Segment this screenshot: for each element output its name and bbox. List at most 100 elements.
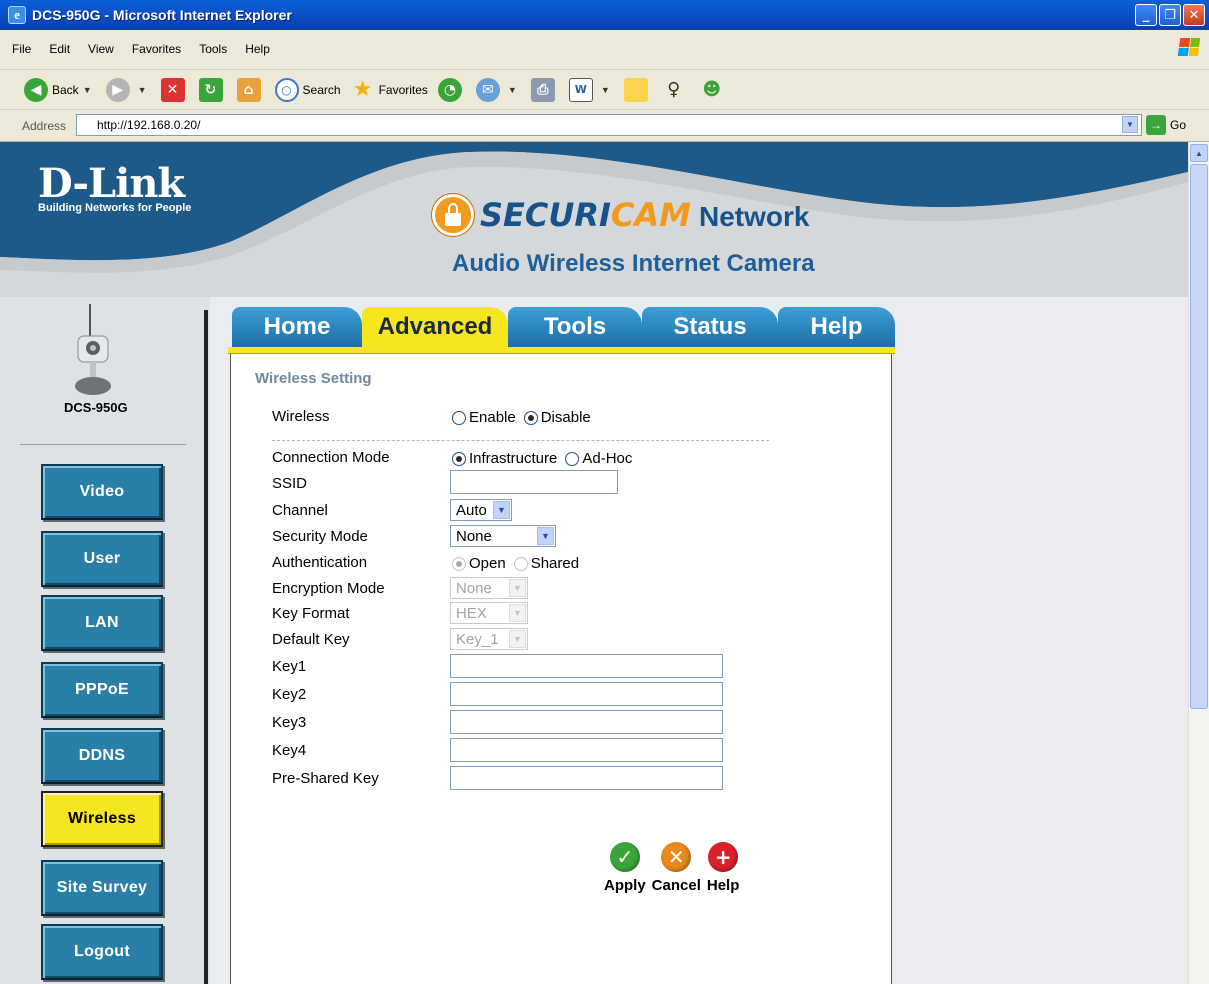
menu-view[interactable]: View [88,42,114,56]
wireless-enable-radio[interactable] [452,410,466,425]
browser-toolbar: ◀ Back ▼ ▶ ▼ ✕ ↻ ⌂ ○ Search ★ Favorites … [0,70,1209,110]
mail-button[interactable]: ✉ ▼ [475,77,521,102]
nav-user-button[interactable]: User [41,531,163,587]
home-button[interactable]: ⌂ [236,77,265,102]
camera-image [75,304,111,395]
authentication-label: Authentication [272,554,368,571]
encryption-mode-select[interactable]: None ▼ [450,577,528,599]
messenger-button[interactable]: ☻ [700,78,728,102]
auth-shared-radio[interactable] [513,556,528,571]
channel-select[interactable]: Auto ▼ [450,499,512,521]
authentication-radio-group: Open Shared [450,555,579,572]
address-bar: Address http://192.168.0.20/ ▼ → Go [0,110,1209,142]
chevron-down-icon: ▼ [537,527,554,545]
key1-input[interactable] [450,654,723,678]
nav-wireless-button[interactable]: Wireless [41,791,163,847]
vertical-scrollbar[interactable]: ▲ [1188,142,1209,984]
stop-icon: ✕ [160,77,185,102]
wireless-disable-radio[interactable] [523,410,538,425]
psk-input[interactable] [450,766,723,790]
forward-button[interactable]: ▶ ▼ [105,77,151,102]
tab-tools[interactable]: Tools [508,307,642,347]
messenger-icon: ☻ [702,79,722,100]
address-label: Address [22,119,67,133]
chevron-down-icon: ▼ [509,630,526,648]
security-mode-label: Security Mode [272,528,368,545]
chevron-down-icon[interactable]: ▼ [138,85,147,95]
key2-input[interactable] [450,682,723,706]
address-input[interactable]: http://192.168.0.20/ [76,114,1142,136]
chevron-down-icon: ▼ [509,604,526,622]
back-arrow-icon: ◀ [24,77,48,102]
psk-label: Pre-Shared Key [272,770,379,787]
scroll-thumb[interactable] [1190,164,1208,709]
minimize-button[interactable]: _ [1135,4,1157,26]
chevron-down-icon[interactable]: ▼ [508,85,517,95]
menu-favorites[interactable]: Favorites [132,42,181,56]
infrastructure-radio[interactable] [452,451,466,466]
history-button[interactable]: ◔ [437,77,466,102]
camera-model: DCS-950G [64,400,128,415]
key-format-select[interactable]: HEX ▼ [450,602,528,624]
nav-separator [20,444,186,445]
close-button[interactable]: ✕ [1183,4,1205,26]
windows-logo-icon [1177,38,1201,56]
nav-logout-button[interactable]: Logout [41,924,163,980]
cancel-button[interactable]: ✕ Cancel [652,842,701,894]
back-button[interactable]: ◀ Back ▼ [24,77,96,102]
note-icon [623,77,648,102]
dlink-tagline: Building Networks for People [38,202,192,214]
tab-status[interactable]: Status [642,307,778,347]
home-icon: ⌂ [236,77,261,102]
go-button[interactable]: → Go [1146,115,1186,135]
stop-button[interactable]: ✕ [160,77,189,102]
nav-video-button[interactable]: Video [41,464,163,520]
key-format-label: Key Format [272,605,350,622]
key4-label: Key4 [272,742,307,759]
refresh-button[interactable]: ↻ [198,77,227,102]
search-button[interactable]: ○ Search [274,77,341,102]
maximize-button[interactable]: ❐ [1159,4,1181,26]
ssid-label: SSID [272,475,308,492]
nav-pppoe-button[interactable]: PPPoE [41,662,163,718]
menu-file[interactable]: File [12,42,31,56]
section-title: Wireless Setting [255,370,372,387]
key3-input[interactable] [450,710,723,734]
forward-arrow-icon: ▶ [105,77,130,102]
wireless-label: Wireless [272,408,330,425]
favorites-button[interactable]: ★ Favorites [351,77,428,102]
nav-divider [204,310,208,984]
chevron-down-icon[interactable]: ▼ [83,85,92,95]
wireless-radio-group: Enable Disable [450,409,591,426]
word-icon: W [568,77,593,102]
scroll-up-icon[interactable]: ▲ [1190,144,1208,162]
print-button[interactable]: ⎙ [530,77,559,102]
window-titlebar: e DCS-950G - Microsoft Internet Explorer… [0,0,1209,30]
nav-site-survey-button[interactable]: Site Survey [41,860,163,916]
default-key-select[interactable]: Key_1 ▼ [450,628,528,650]
connection-mode-radio-group: Infrastructure Ad-Hoc [450,450,632,467]
tab-home[interactable]: Home [232,307,362,347]
star-icon: ★ [352,77,373,102]
menu-edit[interactable]: Edit [49,42,70,56]
help-button[interactable]: + Help [707,842,739,894]
discuss-button[interactable] [623,77,652,102]
address-dropdown-icon[interactable]: ▼ [1122,116,1138,133]
chevron-down-icon[interactable]: ▼ [601,85,610,95]
adhoc-radio[interactable] [565,451,580,466]
key4-input[interactable] [450,738,723,762]
tab-help[interactable]: Help [778,307,895,347]
auth-open-radio[interactable] [452,556,466,571]
menu-tools[interactable]: Tools [199,42,227,56]
security-mode-select[interactable]: None ▼ [450,525,556,547]
nav-lan-button[interactable]: LAN [41,595,163,651]
ssid-input[interactable] [450,470,618,494]
apply-button[interactable]: ✓ Apply [604,842,646,894]
tab-advanced[interactable]: Advanced [362,307,508,347]
menu-help[interactable]: Help [245,42,270,56]
chevron-down-icon: ▼ [493,501,510,519]
securicam-logo: SECURICAM Network [432,194,809,236]
research-button[interactable]: ♀ [662,78,690,102]
edit-button[interactable]: W ▼ [568,77,614,102]
nav-ddns-button[interactable]: DDNS [41,728,163,784]
